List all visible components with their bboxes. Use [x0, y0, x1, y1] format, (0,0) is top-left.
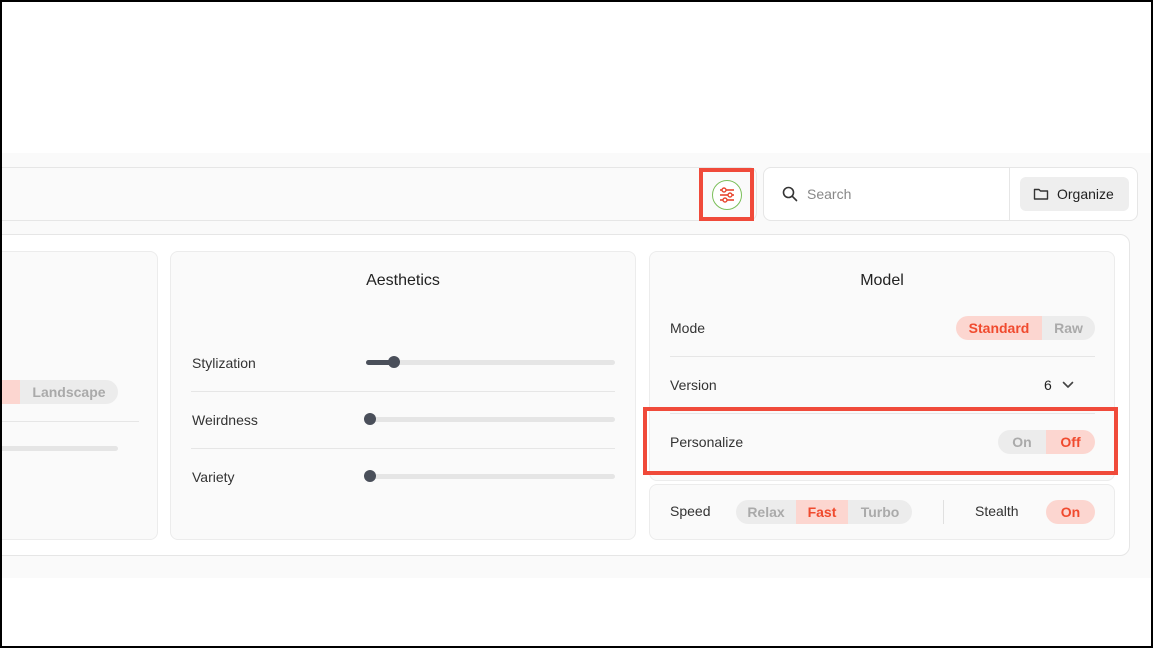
search-icon	[782, 186, 798, 202]
divider	[670, 356, 1095, 357]
chevron-down-icon	[1062, 381, 1074, 388]
version-select[interactable]: 6	[1044, 373, 1088, 397]
settings-toggle-button[interactable]	[699, 168, 754, 221]
aspect-card: re Landscape	[0, 251, 158, 540]
variety-slider[interactable]	[364, 470, 615, 482]
divider	[191, 448, 615, 449]
speed-option-turbo[interactable]: Turbo	[848, 500, 912, 524]
weirdness-label: Weirdness	[192, 412, 258, 428]
vertical-divider	[943, 500, 944, 524]
personalize-option-off[interactable]: Off	[1046, 430, 1095, 454]
version-value: 6	[1044, 377, 1052, 393]
divider	[0, 421, 139, 422]
aspect-option-landscape[interactable]: Landscape	[20, 380, 118, 404]
variety-knob[interactable]	[364, 470, 376, 482]
weirdness-slider[interactable]	[364, 413, 615, 425]
organize-button[interactable]: Organize	[1020, 177, 1129, 211]
stylization-slider[interactable]	[366, 356, 615, 368]
weirdness-knob[interactable]	[364, 413, 376, 425]
search-field[interactable]	[764, 168, 1010, 220]
divider	[191, 391, 615, 392]
organize-label: Organize	[1057, 186, 1114, 202]
speed-card: Speed Relax Fast Turbo Stealth On	[649, 484, 1115, 540]
speed-option-fast[interactable]: Fast	[796, 500, 848, 524]
stealth-toggle[interactable]: On	[1046, 500, 1095, 524]
mode-label: Mode	[670, 320, 706, 336]
divider	[670, 413, 1095, 414]
mode-option-standard[interactable]: Standard	[956, 316, 1042, 340]
folder-icon	[1033, 188, 1049, 200]
aspect-segment: re Landscape	[0, 380, 118, 404]
model-card: Model Mode Standard Raw Version 6 Person…	[649, 251, 1115, 481]
variety-label: Variety	[192, 469, 235, 485]
stylization-label: Stylization	[192, 355, 256, 371]
sliders-icon	[711, 179, 742, 210]
aspect-slider[interactable]	[0, 446, 118, 451]
version-label: Version	[670, 377, 717, 393]
stylization-knob[interactable]	[388, 356, 400, 368]
search-bar: Organize	[763, 167, 1138, 221]
mode-option-raw[interactable]: Raw	[1042, 316, 1095, 340]
search-input[interactable]	[807, 186, 987, 202]
speed-option-relax[interactable]: Relax	[736, 500, 796, 524]
speed-segment: Relax Fast Turbo	[736, 500, 912, 524]
stealth-value: On	[1046, 500, 1095, 524]
speed-label: Speed	[670, 503, 711, 519]
aspect-option-portrait[interactable]: re	[0, 380, 20, 404]
model-title: Model	[860, 272, 904, 289]
personalize-segment: On Off	[998, 430, 1095, 454]
aesthetics-title: Aesthetics	[366, 272, 440, 289]
personalize-option-on[interactable]: On	[998, 430, 1046, 454]
mode-segment: Standard Raw	[956, 316, 1095, 340]
prompt-bar[interactable]	[0, 167, 757, 221]
settings-panel: re Landscape Aesthetics Stylization Weir…	[0, 234, 1130, 556]
personalize-label: Personalize	[670, 434, 744, 450]
aesthetics-card: Aesthetics Stylization Weirdness Variety	[170, 251, 636, 540]
stealth-label: Stealth	[975, 503, 1019, 519]
